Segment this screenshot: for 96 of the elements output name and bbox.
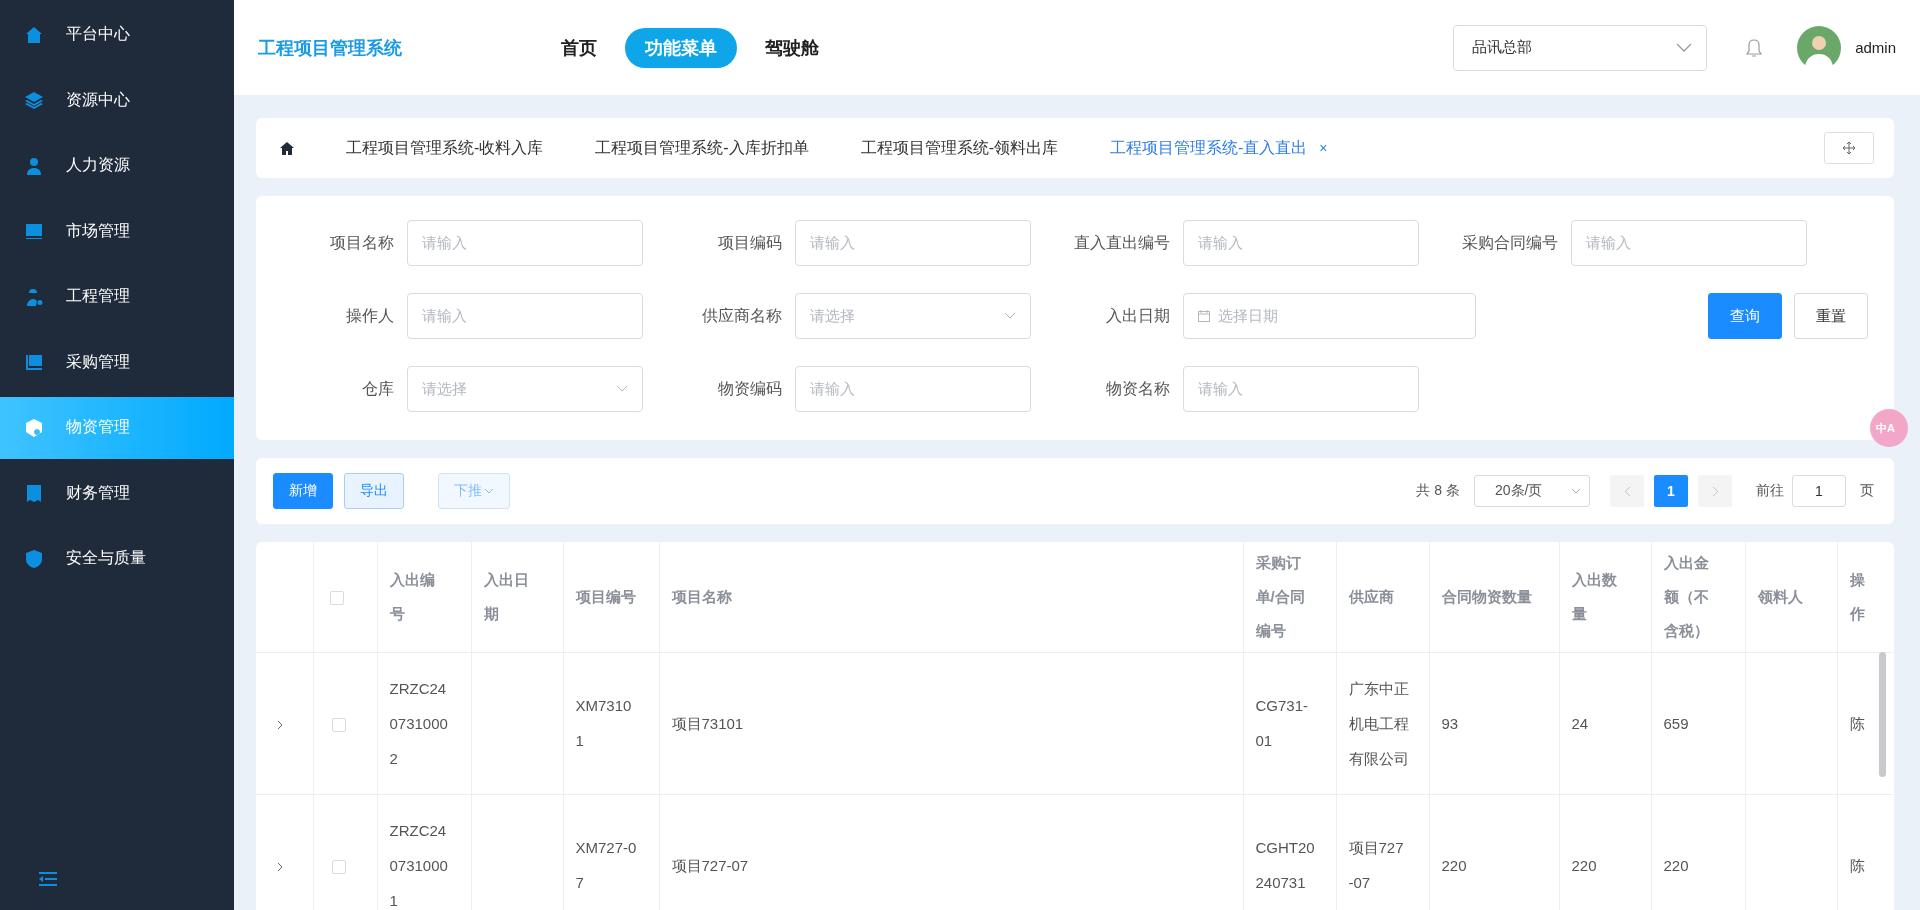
table-cell: 220 (1571, 856, 1597, 874)
table-cell: 24 (1571, 714, 1589, 732)
reset-button[interactable]: 重置 (1794, 293, 1868, 339)
table-cell: 659 (1663, 714, 1689, 732)
menu-item-icon (24, 483, 44, 503)
menu-item-icon (24, 90, 44, 110)
menu-collapse-icon[interactable] (39, 872, 57, 886)
page-tab[interactable]: 工程项目管理系统-直入直出 × (1110, 137, 1328, 159)
page-number[interactable]: 1 (1654, 475, 1688, 507)
table-cell: 陈 (1849, 714, 1865, 732)
menu-item-icon (24, 24, 44, 45)
close-icon[interactable]: × (1319, 140, 1328, 156)
table-cell: CG731-01 (1255, 697, 1309, 749)
table-cell: XM727-07 (575, 839, 637, 891)
page-size-select[interactable]: 20条/页 (1474, 475, 1590, 507)
column-header: 入出数量 (1559, 542, 1651, 652)
table-cell: 陈 (1849, 856, 1865, 874)
home-icon[interactable] (280, 141, 294, 155)
sidebar-item[interactable]: 物资管理 (0, 396, 234, 459)
filter-label: 采购合同编号 (1461, 232, 1559, 253)
column-header: 合同物资数量 (1429, 542, 1559, 652)
column-header: 项目编号 (563, 542, 659, 652)
checkbox[interactable] (329, 590, 344, 605)
sidebar-item[interactable]: 人力资源 (0, 134, 234, 197)
column-header: 领料人 (1745, 542, 1837, 652)
table-cell: 项目727-07 (1348, 839, 1404, 891)
column-header: 供应商 (1336, 542, 1429, 652)
page-tab[interactable]: 工程项目管理系统-收料入库 (346, 137, 544, 159)
table-cell: CGHT20240731 (1255, 839, 1315, 891)
page-tab[interactable]: 工程项目管理系统-入库折扣单 (595, 137, 809, 159)
caret-icon (484, 488, 494, 494)
chevron-down-icon (1004, 312, 1016, 320)
page-input[interactable]: 1 (1792, 475, 1846, 507)
chevron-left-icon (1623, 485, 1631, 497)
move-icon (1843, 142, 1855, 154)
page-tab[interactable]: 工程项目管理系统-领料出库 (860, 137, 1058, 159)
table-cell: 项目73101 (671, 714, 744, 732)
fullscreen-button[interactable] (1824, 132, 1874, 164)
filter-label: 项目名称 (329, 232, 395, 253)
menu-item-icon (24, 548, 44, 569)
sidebar-item[interactable]: 平台中心 (0, 3, 234, 66)
nav-tab[interactable]: 功能菜单 (625, 27, 737, 68)
chevron-down-icon (616, 385, 628, 393)
chevron-down-icon (1676, 42, 1693, 53)
bell-icon[interactable] (1745, 37, 1764, 58)
column-header: 入出编号 (377, 542, 471, 652)
menu-item-icon (24, 221, 44, 241)
scrollbar[interactable] (1879, 652, 1886, 777)
sidebar-item[interactable]: 市场管理 (0, 200, 234, 262)
column-header: 采购订单/合同编号 (1243, 542, 1336, 652)
page-unit: 页 (1860, 482, 1874, 500)
user-avatar[interactable] (1797, 25, 1842, 70)
column-header: 入出金额（不含税） (1651, 542, 1745, 652)
sidebar-item[interactable]: 安全与质量 (0, 527, 234, 590)
calendar-icon (1198, 310, 1210, 322)
table-cell: 93 (1441, 714, 1459, 732)
app-title: 工程项目管理系统 (258, 36, 403, 60)
column-header: 入出日期 (471, 542, 563, 652)
menu-item-icon (24, 417, 44, 438)
column-header: 项目名称 (659, 542, 1243, 652)
goto-label: 前往 (1756, 482, 1784, 500)
chevron-down-icon (1571, 488, 1581, 494)
nav-tab[interactable]: 驾驶舱 (745, 27, 839, 68)
total-count: 共 8 条 (1416, 482, 1460, 500)
menu-item-icon (24, 286, 44, 307)
table-cell: 项目727-07 (671, 856, 749, 874)
toolbar-button[interactable]: 导出 (344, 473, 404, 509)
filter-label: 入出日期 (1105, 305, 1171, 326)
sidebar-item[interactable]: 采购管理 (0, 331, 234, 393)
checkbox[interactable] (331, 717, 346, 732)
filter-label: 物资名称 (1105, 378, 1171, 399)
nav-tab[interactable]: 首页 (541, 27, 617, 68)
chevron-right-icon (1711, 485, 1719, 497)
checkbox[interactable] (331, 859, 346, 874)
sidebar-item[interactable]: 财务管理 (0, 462, 234, 524)
org-select[interactable]: 品讯总部 (1453, 24, 1708, 71)
filter-label: 仓库 (361, 378, 395, 399)
table-cell: 广东中正机电工程有限公司 (1348, 679, 1409, 767)
menu-item-icon (24, 352, 44, 372)
filter-label: 物资编码 (717, 378, 783, 399)
filter-label: 直入直出编号 (1073, 232, 1171, 253)
sidebar-item[interactable]: 资源中心 (0, 69, 234, 131)
table-cell: 220 (1663, 856, 1689, 874)
filter-label: 供应商名称 (701, 305, 783, 326)
table-cell: 220 (1441, 856, 1467, 874)
column-header: 操作 (1837, 542, 1893, 652)
user-name: admin (1855, 39, 1896, 56)
filter-label: 操作人 (345, 305, 395, 326)
table-cell: ZRZC2407310002 (389, 679, 448, 767)
menu-item-icon (24, 155, 44, 176)
search-button[interactable]: 查询 (1708, 293, 1782, 339)
sidebar-item[interactable]: 工程管理 (0, 265, 234, 328)
filter-label: 项目编码 (717, 232, 783, 253)
toolbar-button[interactable]: 新增 (273, 473, 333, 509)
table-cell: XM73101 (575, 697, 632, 749)
table-cell: ZRZC2407310001 (389, 821, 448, 909)
